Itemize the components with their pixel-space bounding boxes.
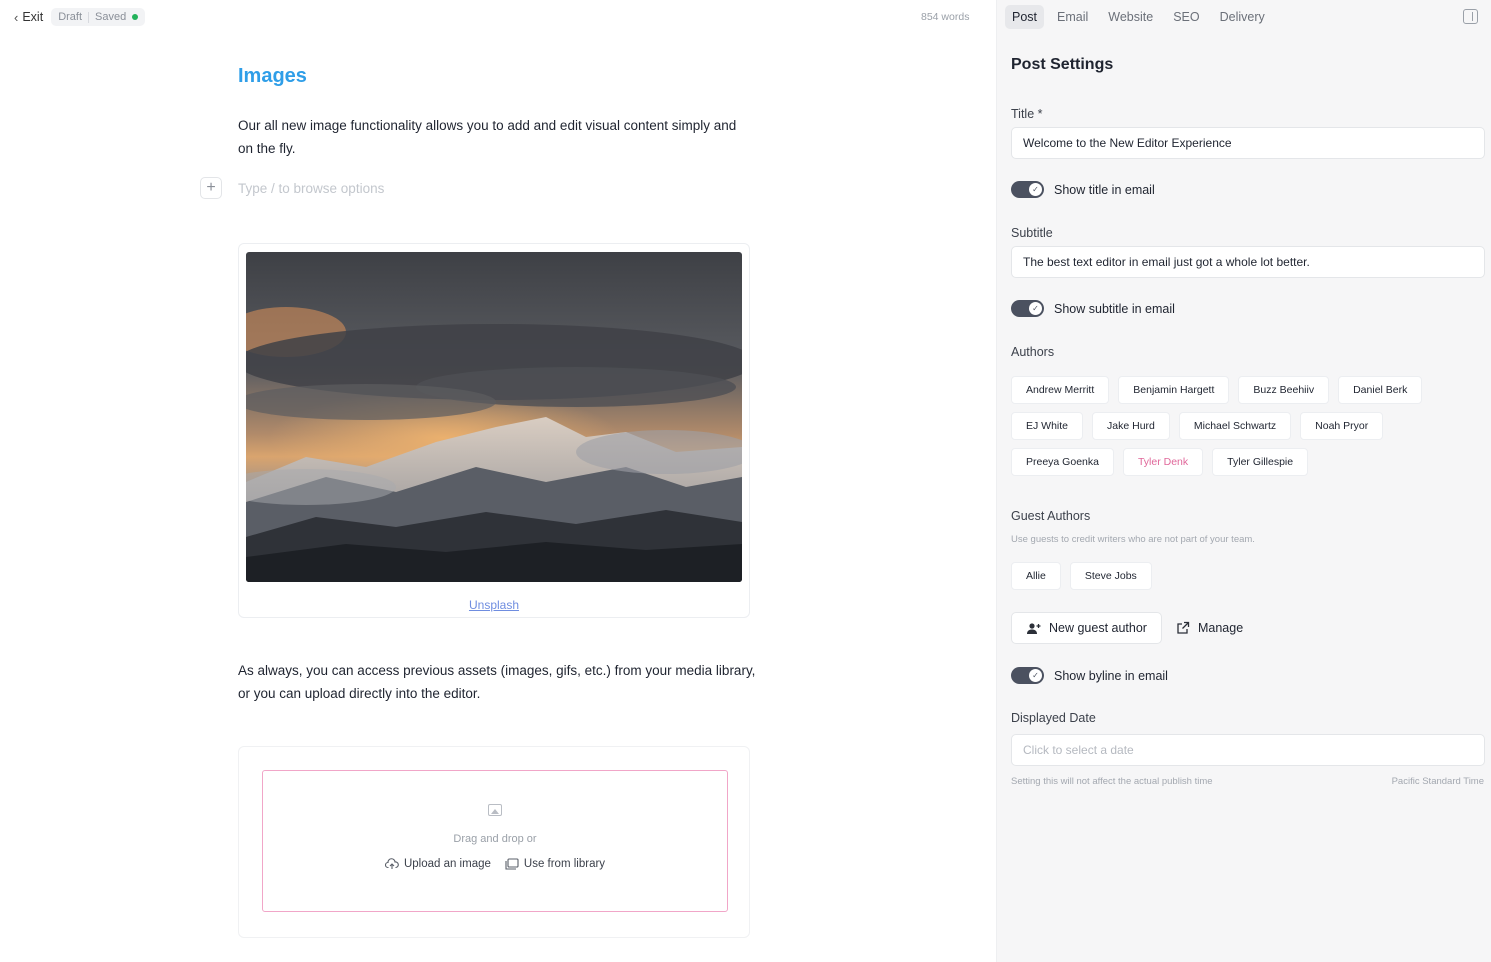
add-block-icon[interactable]: + <box>200 177 222 199</box>
guest-author-chip[interactable]: Steve Jobs <box>1069 562 1152 590</box>
guest-author-actions: New guest author Manage <box>1011 612 1243 644</box>
add-user-icon <box>1027 622 1041 634</box>
chevron-left-icon: ‹ <box>14 9 19 25</box>
upload-image-label: Upload an image <box>403 858 491 870</box>
tab-seo[interactable]: SEO <box>1166 5 1206 29</box>
use-from-library-label: Use from library <box>523 858 606 870</box>
displayed-date-help: Setting this will not affect the actual … <box>1011 776 1213 787</box>
new-guest-author-button[interactable]: New guest author <box>1011 612 1162 644</box>
show-title-toggle[interactable]: ✓ <box>1011 181 1044 198</box>
tab-delivery[interactable]: Delivery <box>1213 5 1272 29</box>
image-upload-block: Drag and drop or Upload an image Use fro… <box>238 746 750 938</box>
subtitle-label: Subtitle <box>1011 226 1053 240</box>
dropzone-text: Drag and drop or <box>453 833 537 845</box>
status-divider <box>88 11 90 23</box>
editor-pane: ‹ Exit Draft Saved 854 words Images Our … <box>0 0 996 962</box>
title-label: Title * <box>1011 107 1043 121</box>
authors-list: Andrew Merritt Benjamin Hargett Buzz Beehi… <box>1011 376 1451 476</box>
displayed-date-input[interactable]: Click to select a date <box>1011 734 1485 766</box>
author-chip[interactable]: EJ White <box>1011 412 1084 440</box>
guest-author-chip[interactable]: Allie <box>1011 562 1061 590</box>
tab-website[interactable]: Website <box>1101 5 1160 29</box>
library-icon <box>505 858 519 870</box>
guest-authors-label: Guest Authors <box>1011 509 1091 523</box>
author-chip[interactable]: Jake Hurd <box>1092 412 1170 440</box>
image-caption-link[interactable]: Unsplash <box>239 598 749 612</box>
show-title-label: Show title in email <box>1054 182 1155 197</box>
author-chip[interactable]: Michael Schwartz <box>1178 412 1292 440</box>
show-subtitle-toggle[interactable]: ✓ <box>1011 300 1044 317</box>
saved-indicator-dot <box>132 14 139 20</box>
image-block[interactable]: Unsplash <box>238 243 750 618</box>
status-saved: Saved <box>95 11 127 23</box>
authors-label: Authors <box>1011 345 1055 359</box>
editor-topbar: ‹ Exit Draft Saved <box>14 6 146 28</box>
author-chip[interactable]: Tyler Gillespie <box>1212 448 1309 476</box>
author-chip[interactable]: Benjamin Hargett <box>1118 376 1230 404</box>
show-title-row: ✓ Show title in email <box>1011 181 1155 198</box>
check-icon: ✓ <box>1029 183 1042 196</box>
empty-block[interactable]: + Type / to browse options <box>200 177 384 199</box>
guest-authors-help: Use guests to credit writers who are not… <box>1011 534 1255 545</box>
exit-button[interactable]: ‹ Exit <box>14 10 43 25</box>
image-dropzone[interactable]: Drag and drop or Upload an image Use fro… <box>262 770 728 912</box>
tab-email[interactable]: Email <box>1050 5 1095 29</box>
mountain-photo-graphic <box>246 252 742 582</box>
check-icon: ✓ <box>1029 302 1042 315</box>
collapse-sidebar-icon[interactable] <box>1463 9 1478 24</box>
show-byline-row: ✓ Show byline in email <box>1011 667 1168 684</box>
subtitle-input[interactable]: The best text editor in email just got a… <box>1011 246 1485 278</box>
timezone-label: Pacific Standard Time <box>1391 776 1484 787</box>
paragraph-intro[interactable]: Our all new image functionality allows y… <box>238 114 738 160</box>
author-chip[interactable]: Daniel Berk <box>1338 376 1423 404</box>
manage-label: Manage <box>1197 621 1244 635</box>
author-chip[interactable]: Preeya Goenka <box>1011 448 1114 476</box>
exit-label: Exit <box>22 10 44 24</box>
show-byline-label: Show byline in email <box>1054 668 1168 683</box>
sidebar-title: Post Settings <box>1011 56 1114 73</box>
show-byline-toggle[interactable]: ✓ <box>1011 667 1044 684</box>
author-chip[interactable]: Andrew Merritt <box>1011 376 1110 404</box>
displayed-date-label: Displayed Date <box>1011 711 1096 725</box>
mountain-photo[interactable] <box>246 252 742 582</box>
show-subtitle-row: ✓ Show subtitle in email <box>1011 300 1175 317</box>
guest-authors-list: Allie Steve Jobs <box>1011 562 1451 590</box>
save-status-pill: Draft Saved <box>51 8 146 26</box>
upload-image-button[interactable]: Upload an image <box>384 858 491 870</box>
external-link-icon <box>1177 621 1190 634</box>
show-subtitle-label: Show subtitle in email <box>1054 301 1175 316</box>
author-chip[interactable]: Tyler Denk <box>1122 448 1204 476</box>
author-chip[interactable]: Buzz Beehiiv <box>1238 376 1330 404</box>
manage-button[interactable]: Manage <box>1176 621 1243 635</box>
tab-post[interactable]: Post <box>1005 5 1045 29</box>
use-from-library-button[interactable]: Use from library <box>505 858 605 870</box>
new-guest-author-label: New guest author <box>1049 621 1147 635</box>
cloud-upload-icon <box>384 858 399 869</box>
section-heading[interactable]: Images <box>238 65 307 88</box>
paragraph-assets[interactable]: As always, you can access previous asset… <box>238 659 758 705</box>
settings-tabs: Post Email Website SEO Delivery <box>1005 5 1272 29</box>
word-count: 854 words <box>921 11 970 23</box>
status-draft: Draft <box>58 11 83 23</box>
type-placeholder: Type / to browse options <box>238 180 385 196</box>
image-icon <box>488 804 502 816</box>
post-settings-sidebar: Post Email Website SEO Delivery Post Set… <box>996 0 1491 962</box>
title-input[interactable]: Welcome to the New Editor Experience <box>1011 127 1485 159</box>
dropzone-actions: Upload an image Use from library <box>263 858 727 870</box>
author-chip[interactable]: Noah Pryor <box>1300 412 1384 440</box>
check-icon: ✓ <box>1029 669 1042 682</box>
